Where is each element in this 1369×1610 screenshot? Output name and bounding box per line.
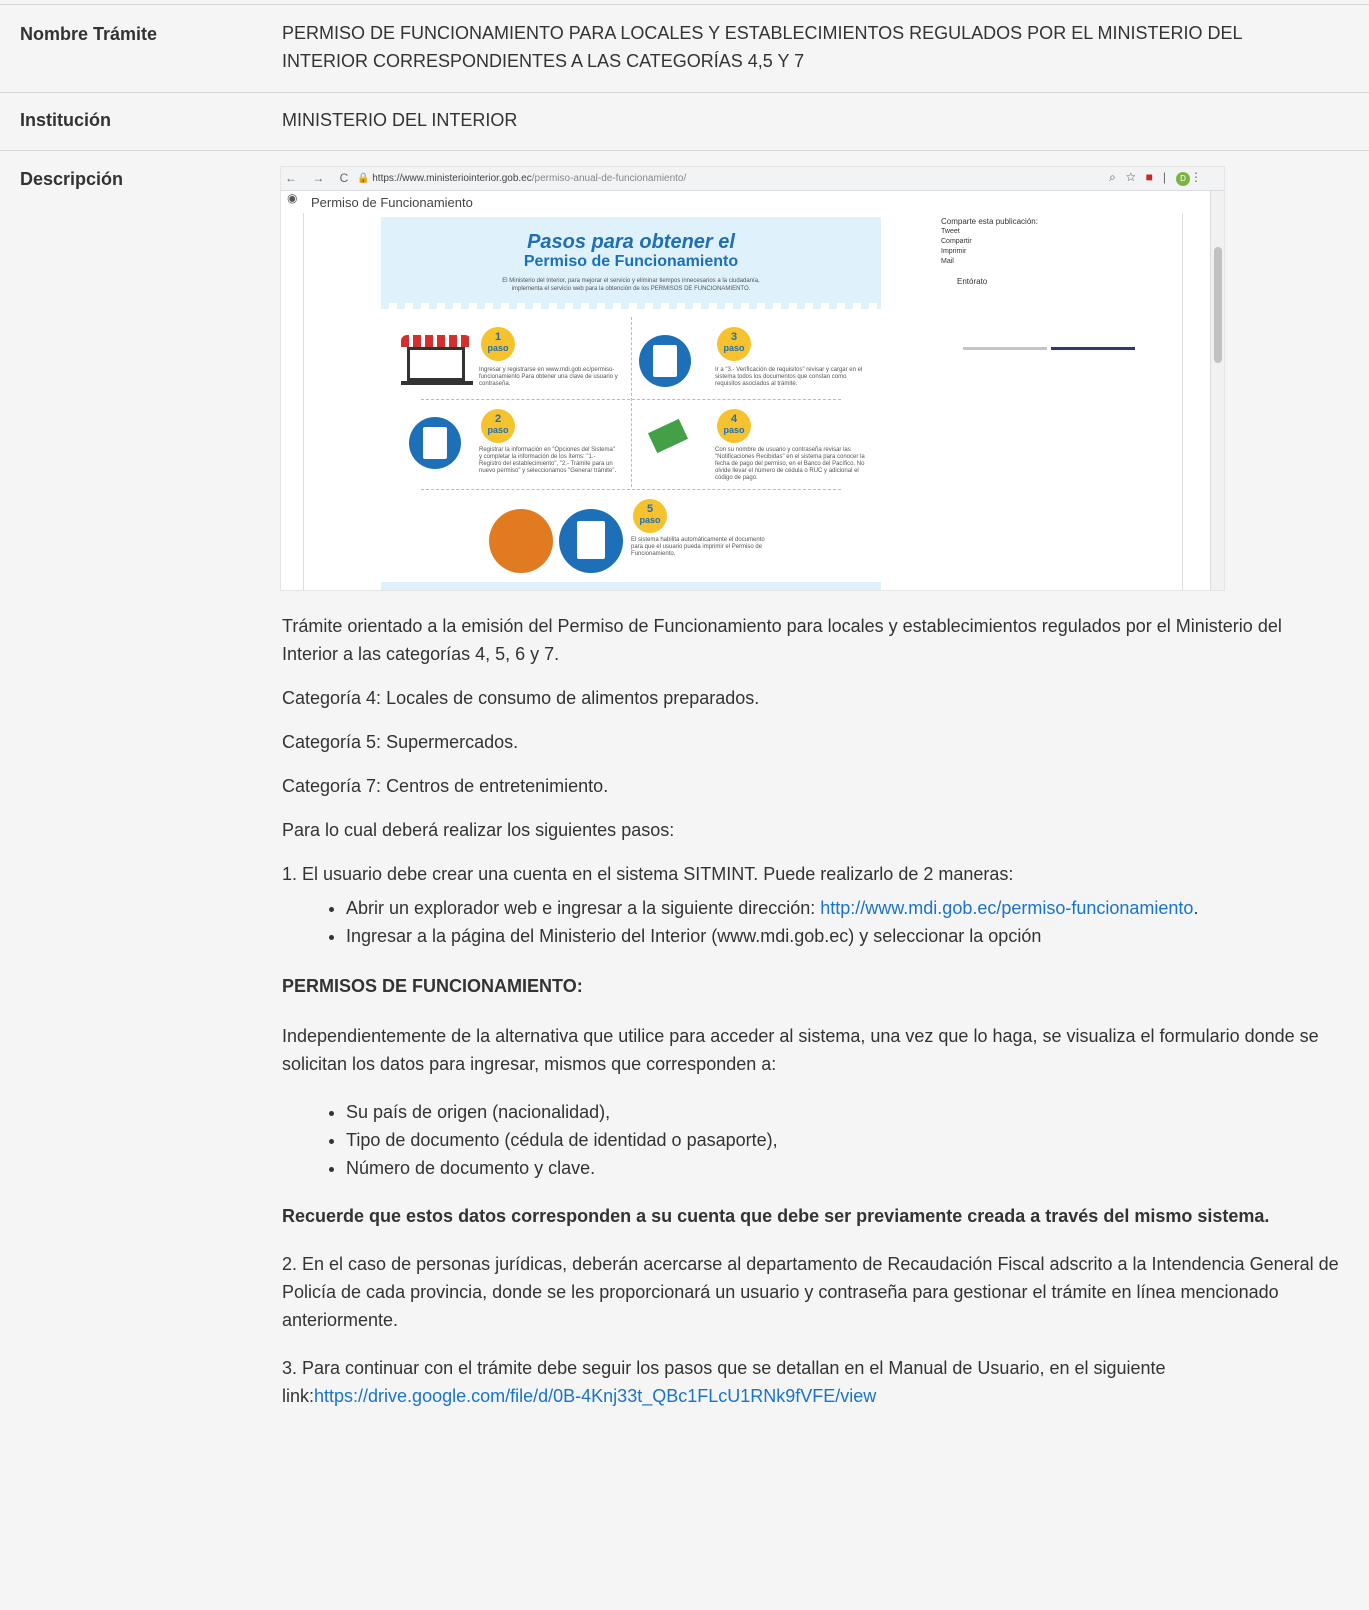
url-path: /permiso-anual-de-funcionamiento/ [531, 173, 687, 184]
page: Nombre Trámite PERMISO DE FUNCIONAMIENTO… [0, 0, 1369, 1610]
scrollbar-thumb [1214, 247, 1222, 363]
list-item: Ingresar a la página del Ministerio del … [346, 922, 1342, 950]
step-2-badge: 2 paso [481, 409, 515, 443]
permisos-heading: PERMISOS DE FUNCIONAMIENTO: [282, 976, 583, 996]
browser-toolbar: ← → C 🔒 https://www.ministeriointerior.g… [281, 167, 1224, 191]
permit-document-icon [577, 521, 605, 559]
step-2-text: Registrar la información en "Opciones de… [479, 447, 617, 474]
star-icon: ☆ [1125, 170, 1146, 184]
divider-vertical [631, 317, 632, 487]
step-5-text: El sistema habilita automáticamente el d… [631, 537, 765, 557]
intro-paragraph: Trámite orientado a la emisión del Permi… [282, 616, 1282, 664]
sidebar-tab-bar-1 [963, 347, 1047, 350]
step-5-badge: 5 paso [633, 499, 667, 533]
step-3-paragraph: 3. Para continuar con el trámite debe se… [282, 1358, 1166, 1406]
eye-icon: ◉ [287, 191, 298, 205]
screenshot-scrollbar [1210, 191, 1224, 590]
descripcion-label: Descripción [20, 169, 124, 189]
laptop-base-icon [401, 381, 473, 385]
screenshot-page-heading: Permiso de Funcionamiento [311, 195, 473, 210]
step-1-text: Ingresar y registrarse en www.mdi.gob.ec… [479, 367, 618, 387]
category-4: Categoría 4: Locales de consumo de alime… [282, 688, 760, 708]
extension-icon: ■ [1145, 170, 1163, 184]
screenshot-share-sidebar: Comparte esta publicación: Tweet Compart… [941, 217, 1141, 350]
list-item: Su país de origen (nacionalidad), [346, 1098, 1342, 1126]
checklist-icon [423, 427, 447, 459]
step-4-badge: 4 paso [717, 409, 751, 443]
list-item: Número de documento y clave. [346, 1154, 1342, 1182]
pasos-intro: Para lo cual deberá realizar los siguien… [282, 820, 675, 840]
share-tweet: Tweet [941, 228, 960, 235]
independiente-paragraph: Independientemente de la alternativa que… [282, 1026, 1319, 1074]
institucion-value: MINISTERIO DEL INTERIOR [282, 110, 518, 130]
step-1-badge: 1 paso [481, 327, 515, 361]
recuerde-note: Recuerde que estos datos corresponden a … [282, 1206, 1270, 1226]
infographic-footer-band [381, 582, 881, 590]
step-2-paragraph: 2. En el caso de personas jurídicas, deb… [282, 1254, 1339, 1330]
step-3-badge: 3 paso [717, 327, 751, 361]
divider-horizontal-1 [421, 399, 841, 400]
browser-action-icons: ⌕☆■| D ⋮ [1109, 170, 1212, 186]
datos-list: Su país de origen (nacionalidad), Tipo d… [282, 1098, 1342, 1182]
category-7: Categoría 7: Centros de entretenimiento. [282, 776, 609, 796]
infographic-title-line1: Pasos para obtener el [527, 231, 735, 253]
zoom-icon: ⌕ [1109, 170, 1126, 184]
browser-nav-icons: ← → C [285, 171, 355, 185]
description-screenshot: ← → C 🔒 https://www.ministeriointerior.g… [280, 166, 1225, 591]
share-imprimir: Imprimir [941, 248, 967, 255]
share-compartir: Compartir [941, 238, 972, 245]
divider-horizontal-2 [421, 489, 841, 490]
infographic: Pasos para obtener el Permiso de Funcion… [381, 217, 881, 590]
step-3-text: Ir a "3.- Verificación de requisitos" re… [715, 367, 863, 387]
institucion-label: Institución [20, 110, 111, 130]
laptop-screen-icon [407, 347, 465, 381]
infographic-title-line2: Permiso de Funcionamiento [523, 253, 739, 270]
share-label: Comparte esta publicación: [941, 217, 1038, 226]
nombre-tramite-value: PERMISO DE FUNCIONAMIENTO PARA LOCALES Y… [282, 23, 1242, 71]
list-item: Abrir un explorador web e ingresar a la … [346, 894, 1342, 922]
list-item: Tipo de documento (cédula de identidad o… [346, 1126, 1342, 1154]
row-nombre-tramite: Nombre Trámite PERMISO DE FUNCIONAMIENTO… [0, 4, 1369, 92]
manual-usuario-link[interactable]: https://drive.google.com/file/d/0B-4Knj3… [314, 1386, 876, 1406]
row-institucion: Institución MINISTERIO DEL INTERIOR [0, 92, 1369, 150]
description-body: Trámite orientado a la emisión del Permi… [282, 612, 1342, 1426]
more-icon: ⋮ [1190, 170, 1212, 184]
sidebar-tab-bar-2 [1051, 347, 1135, 350]
document-icon [653, 345, 677, 377]
infographic-wave [381, 303, 881, 309]
nombre-tramite-label: Nombre Trámite [20, 24, 158, 44]
share-mail: Mail [941, 258, 954, 265]
sidebar-entorato: Entórato [957, 277, 988, 286]
mdi-permiso-link[interactable]: http://www.mdi.gob.ec/permiso-funcionami… [820, 898, 1193, 918]
url-domain: https://www.ministeriointerior.gob.ec [372, 173, 532, 184]
store-awning-icon [401, 335, 471, 347]
step-1-options-list: Abrir un explorador web e ingresar a la … [282, 894, 1342, 950]
infographic-subtitle: El Ministerio del Interior, para mejorar… [502, 278, 760, 292]
category-5: Categoría 5: Supermercados. [282, 732, 519, 752]
step-4-text: Con su nombre de usuario y contraseña re… [715, 447, 865, 481]
profile-badge: D [1176, 172, 1190, 186]
person-avatar-icon [489, 509, 553, 573]
step-1-paragraph: 1. El usuario debe crear una cuenta en e… [282, 864, 1014, 884]
browser-url: 🔒 https://www.ministeriointerior.gob.ec/… [357, 173, 687, 184]
money-hand-icon [647, 418, 689, 454]
